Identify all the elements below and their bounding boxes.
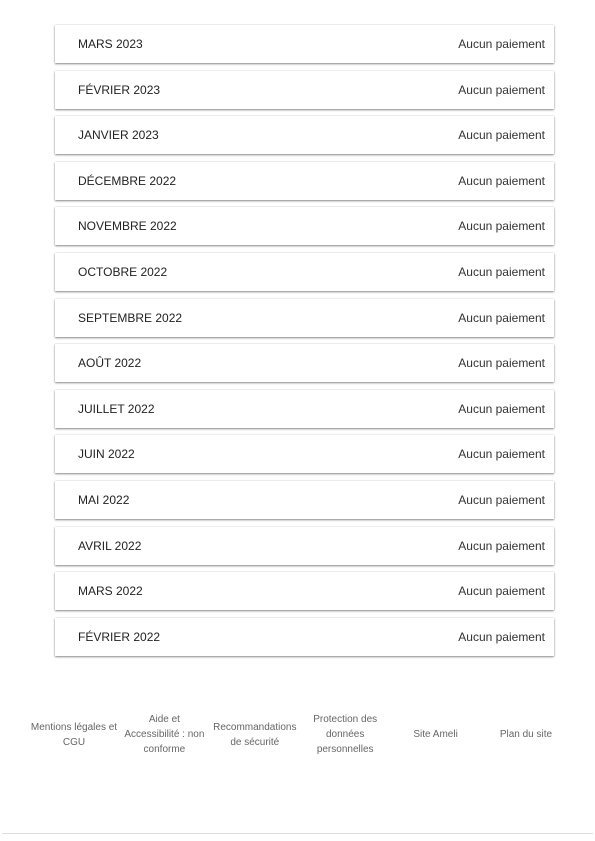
payment-status: Aucun paiement [458, 492, 545, 507]
month-label: FÉVRIER 2022 [78, 629, 161, 644]
payment-status: Aucun paiement [458, 264, 545, 279]
footer: Mentions légales et CGU Aide et Accessib… [30, 712, 570, 757]
month-label: FÉVRIER 2023 [78, 82, 161, 97]
month-label: MARS 2023 [78, 37, 143, 51]
footer-link-sitemap[interactable]: Plan du site [482, 727, 570, 742]
payment-row[interactable]: AOÛT 2022 Aucun paiement [55, 344, 554, 383]
payment-status: Aucun paiement [458, 356, 545, 371]
payment-status: Aucun paiement [458, 447, 545, 462]
footer-link-accessibility[interactable]: Aide et Accessibilité : non conforme [120, 712, 208, 757]
payment-row[interactable]: DÉCEMBRE 2022 Aucun paiement [55, 161, 554, 200]
month-label: OCTOBRE 2022 [78, 264, 168, 279]
month-label: AOÛT 2022 [78, 356, 142, 371]
footer-link-privacy[interactable]: Protection des données personnelles [301, 712, 389, 757]
payment-row[interactable]: OCTOBRE 2022 Aucun paiement [55, 252, 554, 291]
month-label: AVRIL 2022 [78, 538, 142, 553]
month-label: MARS 2022 [78, 584, 143, 599]
payment-row[interactable]: JANVIER 2023 Aucun paiement [55, 116, 554, 155]
month-label: MAI 2022 [78, 492, 130, 507]
payment-row[interactable]: MARS 2023 Aucun paiement [55, 25, 554, 63]
payment-status: Aucun paiement [458, 629, 545, 644]
payment-status: Aucun paiement [458, 401, 545, 416]
payment-status: Aucun paiement [458, 173, 545, 188]
payment-row[interactable]: FÉVRIER 2023 Aucun paiement [55, 70, 554, 109]
footer-link-ameli[interactable]: Site Ameli [392, 727, 480, 742]
month-label: DÉCEMBRE 2022 [78, 173, 177, 188]
payment-status: Aucun paiement [458, 219, 545, 234]
payment-row[interactable]: FÉVRIER 2022 Aucun paiement [55, 617, 554, 656]
footer-link-mentions[interactable]: Mentions légales et CGU [30, 720, 118, 750]
footer-divider [2, 833, 593, 834]
month-label: JUILLET 2022 [78, 401, 155, 416]
payment-status: Aucun paiement [458, 538, 545, 553]
footer-link-security[interactable]: Recommandations de sécurité [211, 720, 299, 750]
payment-row[interactable]: JUILLET 2022 Aucun paiement [55, 389, 554, 428]
payment-row[interactable]: NOVEMBRE 2022 Aucun paiement [55, 207, 554, 246]
month-label: JANVIER 2023 [78, 128, 159, 143]
payment-row[interactable]: MARS 2022 Aucun paiement [55, 572, 554, 611]
payment-status: Aucun paiement [458, 310, 545, 325]
payment-status: Aucun paiement [458, 37, 545, 51]
payment-row[interactable]: MAI 2022 Aucun paiement [55, 480, 554, 519]
month-label: JUIN 2022 [78, 447, 135, 462]
payment-status: Aucun paiement [458, 584, 545, 599]
payment-list: MARS 2023 Aucun paiement FÉVRIER 2023 Aucun… [55, 25, 554, 663]
month-label: NOVEMBRE 2022 [78, 219, 177, 234]
payment-row[interactable]: JUIN 2022 Aucun paiement [55, 435, 554, 474]
payment-status: Aucun paiement [458, 82, 545, 97]
payment-row[interactable]: AVRIL 2022 Aucun paiement [55, 526, 554, 565]
month-label: SEPTEMBRE 2022 [78, 310, 183, 325]
payment-status: Aucun paiement [458, 128, 545, 143]
payment-row[interactable]: SEPTEMBRE 2022 Aucun paiement [55, 298, 554, 337]
